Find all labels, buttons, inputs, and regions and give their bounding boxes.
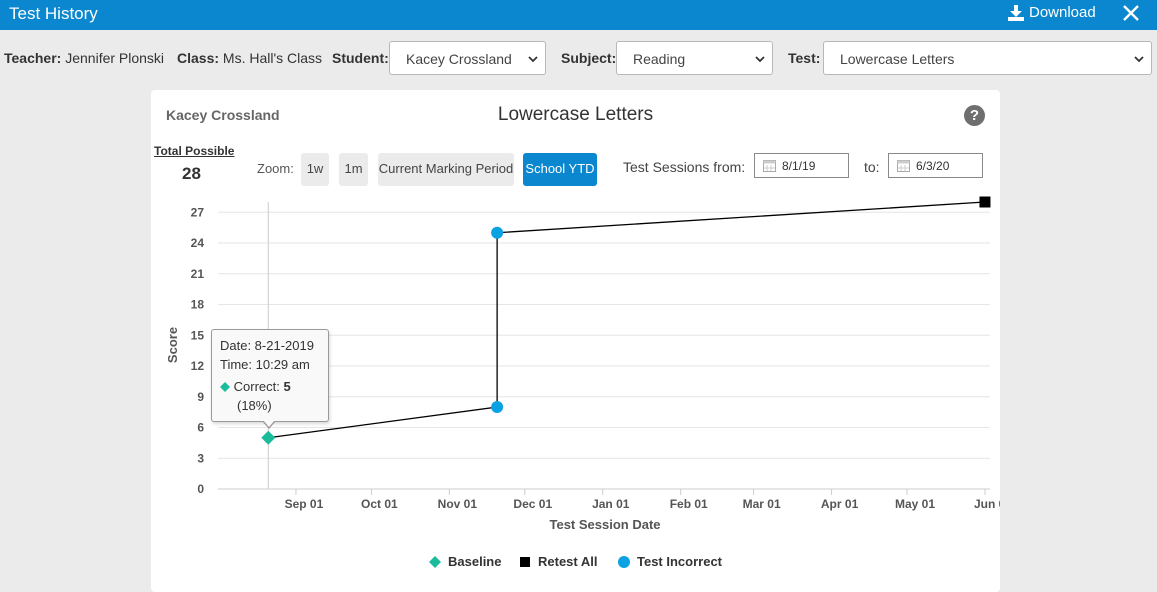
chevron-down-icon <box>1134 56 1144 63</box>
y-tick-label: 24 <box>191 236 205 250</box>
student-select[interactable]: Kacey Crossland <box>389 41 546 75</box>
filter-bar: Teacher: Jennifer Plonski Class: Ms. Hal… <box>0 40 1157 76</box>
y-tick-label: 15 <box>191 328 205 342</box>
retest-all-point <box>979 196 991 208</box>
test-incorrect-point <box>491 401 504 413</box>
zoom-school-ytd-button[interactable]: School YTD <box>523 153 597 186</box>
subject-select[interactable]: Reading <box>616 41 773 75</box>
tooltip-arrow <box>262 420 276 429</box>
chevron-down-icon <box>528 56 538 63</box>
y-tick-label: 21 <box>191 267 205 281</box>
score-line <box>268 201 986 439</box>
close-icon[interactable] <box>1120 2 1142 24</box>
class-label: Class: <box>177 50 220 66</box>
test-label: Test: <box>788 50 821 66</box>
teacher-filter: Teacher: Jennifer Plonski <box>4 50 164 66</box>
y-tick-label: 27 <box>191 205 205 219</box>
download-icon <box>1008 4 1024 21</box>
x-tick-label: Nov 01 <box>438 497 478 511</box>
x-tick-label: May 01 <box>895 497 935 511</box>
x-tick-label: Jun 01 <box>974 497 1000 511</box>
student-selected: Kacey Crossland <box>406 51 512 67</box>
download-button[interactable]: Download <box>1008 4 1096 21</box>
total-possible-value: 28 <box>182 164 201 183</box>
x-tick-label: Sep 01 <box>285 497 324 511</box>
subject-selected: Reading <box>633 51 686 67</box>
x-tick-label: Mar 01 <box>743 497 781 511</box>
legend-label-baseline: Baseline <box>448 554 502 569</box>
title-bar: Test History Download <box>0 0 1157 30</box>
to-date-value: 6/3/20 <box>916 159 950 173</box>
download-label: Download <box>1029 4 1096 21</box>
student-label: Student: <box>332 50 389 66</box>
tooltip-correct: Correct: 5 <box>220 379 291 394</box>
from-date-value: 8/1/19 <box>782 159 816 173</box>
sessions-from-label: Test Sessions from: <box>623 159 746 175</box>
help-icon[interactable]: ? <box>964 105 985 126</box>
y-tick-label: 3 <box>197 451 204 465</box>
chevron-down-icon <box>755 56 765 63</box>
y-axis-title: Score <box>165 327 180 363</box>
tooltip-percent: (18%) <box>237 398 272 413</box>
zoom-1w-button[interactable]: 1w <box>301 153 329 186</box>
x-tick-label: Oct 01 <box>361 497 398 511</box>
teacher-label: Teacher: <box>4 50 62 66</box>
calendar-icon <box>763 160 776 172</box>
zoom-label: Zoom: <box>257 161 294 176</box>
legend-item-retest-all[interactable]: Retest All <box>518 554 597 569</box>
y-tick-label: 18 <box>191 298 205 312</box>
y-tick-label: 9 <box>197 390 204 404</box>
legend-item-test-incorrect[interactable]: Test Incorrect <box>617 554 722 569</box>
x-tick-label: Jan 01 <box>592 497 630 511</box>
x-tick-label: Apr 01 <box>821 497 859 511</box>
zoom-current-marking-period-button[interactable]: Current Marking Period <box>378 153 514 186</box>
total-possible-label: Total Possible <box>154 144 235 158</box>
tooltip-correct-value: 5 <box>283 379 291 394</box>
test-select[interactable]: Lowercase Letters <box>823 41 1152 75</box>
x-tick-label: Dec 01 <box>513 497 552 511</box>
zoom-1m-button[interactable]: 1m <box>339 153 368 186</box>
x-axis-title: Test Session Date <box>549 517 660 532</box>
class-value: Ms. Hall's Class <box>222 50 323 66</box>
chart-title-text: Lowercase Letters <box>497 104 654 125</box>
circle-icon <box>618 555 630 568</box>
y-tick-label: 0 <box>197 482 204 496</box>
test-selected: Lowercase Letters <box>840 51 955 67</box>
legend-label-retest-all: Retest All <box>538 554 598 569</box>
class-filter: Class: Ms. Hall's Class <box>177 50 322 66</box>
calendar-icon <box>897 160 910 172</box>
point-tooltip: Date: 8-21-2019 Time: 10:29 am Correct: … <box>211 329 329 429</box>
test-incorrect-point <box>491 226 504 239</box>
legend-label-test-incorrect: Test Incorrect <box>637 554 723 569</box>
subject-label: Subject: <box>561 50 617 66</box>
to-label: to: <box>864 159 880 175</box>
square-icon <box>520 556 530 567</box>
teacher-value: Jennifer Plonski <box>65 50 165 66</box>
to-date-input[interactable]: 6/3/20 <box>888 153 983 178</box>
baseline-point <box>261 430 276 445</box>
x-tick-label: Feb 01 <box>670 497 708 511</box>
tooltip-date: Date: 8-21-2019 <box>220 338 314 353</box>
tooltip-correct-label: Correct: <box>233 379 280 394</box>
y-tick-label: 6 <box>197 421 204 435</box>
from-date-input[interactable]: 8/1/19 <box>754 153 849 178</box>
window-title: Test History <box>9 4 98 23</box>
y-tick-label: 12 <box>191 359 205 373</box>
tooltip-time: Time: 10:29 am <box>220 357 310 372</box>
baseline-diamond-icon <box>220 382 230 392</box>
legend-item-baseline[interactable]: Baseline <box>428 554 501 569</box>
diamond-icon <box>429 555 441 568</box>
